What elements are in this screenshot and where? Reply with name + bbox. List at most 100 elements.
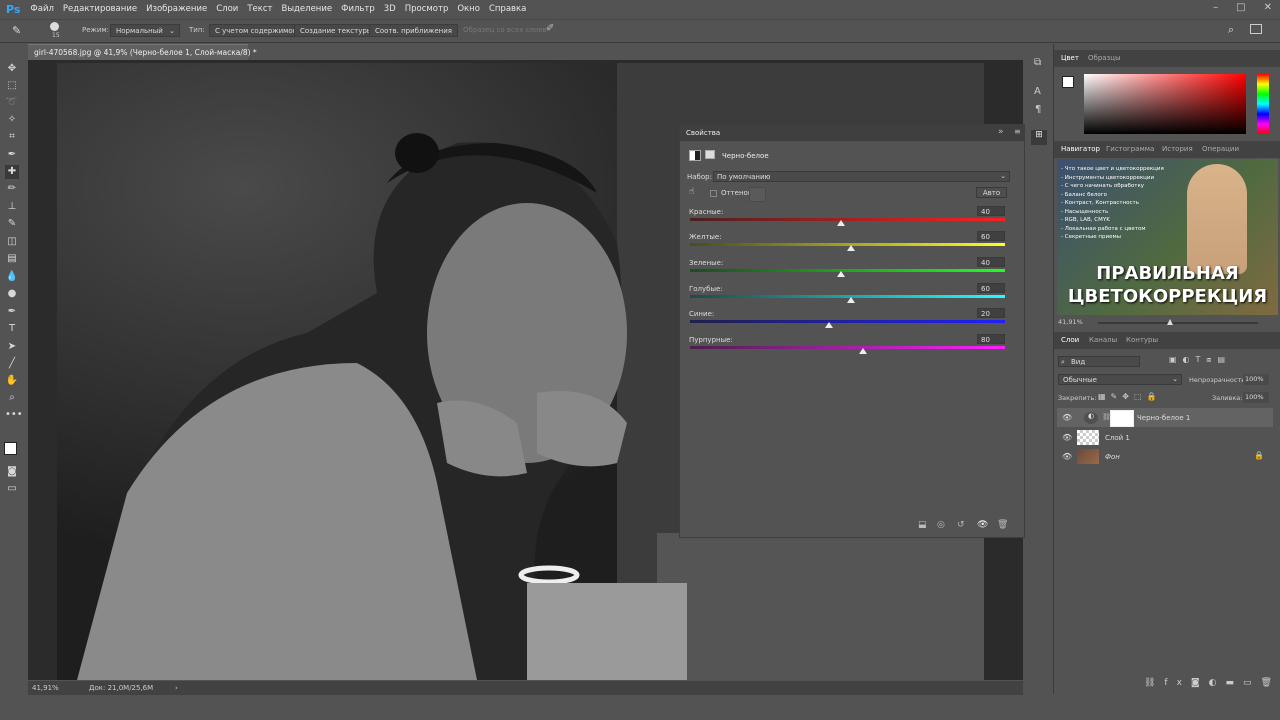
brush-settings-icon[interactable]: ⧉ <box>1034 57 1041 68</box>
blur-tool-icon[interactable]: 💧 <box>5 270 19 284</box>
tab-color[interactable]: Цвет <box>1061 54 1079 62</box>
blend-mode-select[interactable]: Обычные ⌄ <box>1058 374 1182 385</box>
visibility-eye-icon[interactable]: 👁 <box>1062 433 1072 442</box>
targeted-adjust-icon[interactable]: ☝ <box>689 187 694 197</box>
navigator-zoom-thumb[interactable] <box>1167 319 1173 325</box>
move-tool-icon[interactable]: ✥ <box>5 62 19 76</box>
layer-row-bw[interactable]: 👁 ◐ ⛓ Черно-белое 1 <box>1057 408 1273 427</box>
lasso-tool-icon[interactable]: ➰ <box>5 96 19 110</box>
slider-value-input[interactable]: 40 <box>977 206 1005 216</box>
brush-tool-icon[interactable]: ✏ <box>5 182 19 196</box>
zoom-tool-icon[interactable]: ⌕ <box>5 391 19 405</box>
slider-thumb[interactable] <box>824 322 833 328</box>
fill-input[interactable]: 100% <box>1243 392 1269 403</box>
hand-tool-icon[interactable]: ✋ <box>5 374 19 388</box>
visibility-eye-icon[interactable]: 👁 <box>1062 452 1072 461</box>
view-previous-icon[interactable]: ◎ <box>937 520 945 530</box>
navigator-preview[interactable]: - Что такое цвет и цветокоррекция - Инст… <box>1057 159 1278 315</box>
pen-tool-icon[interactable]: ✒ <box>5 305 19 319</box>
menu-edit[interactable]: Редактирование <box>63 4 137 14</box>
crop-tool-icon[interactable]: ⌗ <box>5 130 19 144</box>
stamp-tool-icon[interactable]: ⊥ <box>5 200 19 214</box>
layer-filter-select[interactable]: ⌕ Вид <box>1058 356 1140 367</box>
slider-thumb[interactable] <box>837 220 846 226</box>
maximize-button[interactable]: □ <box>1236 2 1245 13</box>
slider-track[interactable] <box>690 320 1005 323</box>
tab-actions[interactable]: Операции <box>1202 145 1239 153</box>
slider-track[interactable] <box>690 269 1005 272</box>
slider-value-input[interactable]: 20 <box>977 308 1005 318</box>
tab-channels[interactable]: Каналы <box>1089 336 1117 344</box>
collapse-icon[interactable]: » <box>998 127 1004 137</box>
type-content-aware-button[interactable]: С учетом содержимого <box>209 24 307 37</box>
layer-row-layer1[interactable]: 👁 Слой 1 <box>1057 428 1273 447</box>
foreground-color-swatch[interactable] <box>4 442 17 455</box>
slider-track[interactable] <box>690 346 1005 349</box>
lock-icons[interactable]: ▦✎✥⬚🔒 <box>1098 392 1161 401</box>
eyedropper-tool-icon[interactable]: ✒ <box>5 148 19 162</box>
tint-color-swatch[interactable] <box>749 187 766 202</box>
menu-layers[interactable]: Слои <box>216 4 238 14</box>
history-brush-icon[interactable]: ✎ <box>5 217 19 231</box>
tab-history[interactable]: История <box>1162 145 1193 153</box>
menu-window[interactable]: Окно <box>457 4 480 14</box>
close-button[interactable]: ✕ <box>1264 2 1272 13</box>
healing-tool-icon[interactable]: ✚ <box>5 165 19 179</box>
slider-value-input[interactable]: 40 <box>977 257 1005 267</box>
reset-icon[interactable]: ↺ <box>957 520 965 530</box>
tint-checkbox[interactable] <box>710 190 717 197</box>
minimize-button[interactable]: – <box>1213 2 1218 13</box>
screen-mode-icon[interactable]: ▭ <box>5 482 19 496</box>
quick-select-tool-icon[interactable]: ✧ <box>5 113 19 127</box>
slider-value-input[interactable]: 60 <box>977 231 1005 241</box>
slider-thumb[interactable] <box>859 348 868 354</box>
mode-select[interactable]: Нормальный ⌄ <box>110 24 180 37</box>
zoom-level[interactable]: 41,91% <box>32 684 59 692</box>
more-tools-icon[interactable]: ••• <box>5 408 23 422</box>
path-select-tool-icon[interactable]: ➤ <box>5 340 19 354</box>
line-tool-icon[interactable]: ╱ <box>5 357 19 371</box>
slider-thumb[interactable] <box>837 271 846 277</box>
slider-thumb[interactable] <box>846 245 855 251</box>
brush-preview-icon[interactable] <box>50 22 59 31</box>
menu-text[interactable]: Текст <box>247 4 272 14</box>
properties-panel-icon[interactable]: ⊞ <box>1031 130 1047 145</box>
mask-icon[interactable] <box>705 150 715 159</box>
eraser-tool-icon[interactable]: ◫ <box>5 235 19 249</box>
pressure-icon[interactable]: ✐ <box>546 23 554 34</box>
menu-3d[interactable]: 3D <box>384 4 396 14</box>
filter-icons[interactable]: ▣◐T⧈▤ <box>1169 355 1231 365</box>
tab-navigator[interactable]: Навигатор <box>1061 145 1100 153</box>
marquee-tool-icon[interactable]: ⬚ <box>5 79 19 93</box>
healing-brush-icon[interactable]: ✎ <box>12 24 21 37</box>
properties-header[interactable]: Свойства » ≡ <box>680 125 1024 141</box>
menu-image[interactable]: Изображение <box>146 4 207 14</box>
layers-bottom-icons[interactable]: ⛓fx◙◐▬▭🗑 <box>1144 678 1280 688</box>
opacity-input[interactable]: 100% <box>1243 374 1269 385</box>
document-tab[interactable]: girl-470568.jpg @ 41,9% (Черно-белое 1, … <box>28 44 257 61</box>
menu-help[interactable]: Справка <box>489 4 526 14</box>
gradient-tool-icon[interactable]: ▤ <box>5 252 19 266</box>
navigator-zoom[interactable]: 41,91% <box>1058 318 1083 326</box>
tab-swatches[interactable]: Образцы <box>1088 54 1121 62</box>
workspace-icon[interactable] <box>1250 24 1262 34</box>
search-icon[interactable]: ⌕ <box>1228 23 1234 37</box>
paragraph-icon[interactable]: ¶ <box>1035 104 1041 115</box>
hue-slider[interactable] <box>1257 74 1269 134</box>
layer-mask-thumbnail[interactable] <box>1110 410 1134 427</box>
foreground-color-swatch[interactable] <box>1062 76 1074 88</box>
auto-button[interactable]: Авто <box>976 187 1007 198</box>
slider-value-input[interactable]: 80 <box>977 334 1005 344</box>
type-texture-button[interactable]: Создание текстуры <box>294 24 379 37</box>
sample-all-layers-checkbox[interactable]: Образец со всех слоев <box>463 26 547 34</box>
visibility-eye-icon[interactable]: 👁 <box>1062 413 1072 422</box>
character-icon[interactable]: A <box>1034 86 1041 97</box>
menu-filter[interactable]: Фильтр <box>341 4 375 14</box>
tab-layers[interactable]: Слои <box>1061 336 1079 344</box>
chevron-right-icon[interactable]: › <box>175 684 178 692</box>
preset-select[interactable]: По умолчанию ⌄ <box>713 171 1010 182</box>
slider-thumb[interactable] <box>846 297 855 303</box>
slider-track[interactable] <box>690 218 1005 221</box>
quick-mask-icon[interactable]: ◙ <box>5 465 19 479</box>
slider-value-input[interactable]: 60 <box>977 283 1005 293</box>
